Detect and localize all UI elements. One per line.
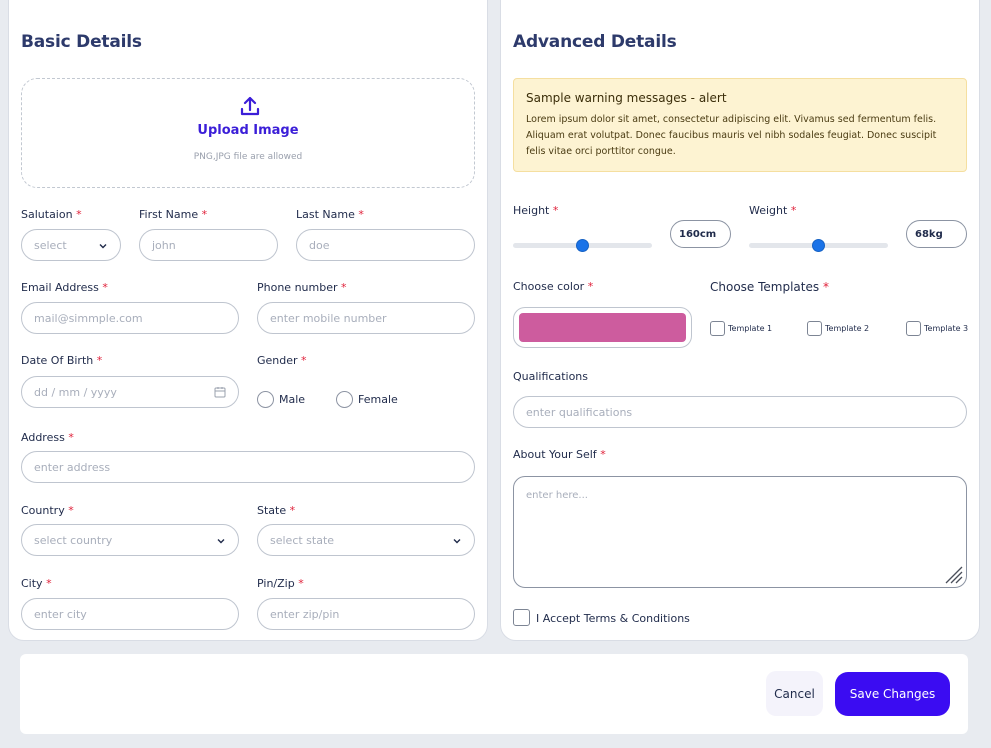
gender-female-label: Female [358, 393, 398, 406]
address-placeholder: enter address [34, 460, 111, 474]
template-2-checkbox[interactable] [807, 321, 822, 336]
chevron-down-icon [453, 539, 461, 544]
phone-input[interactable]: enter mobile number [257, 302, 475, 334]
color-picker[interactable] [513, 307, 692, 348]
country-label: Country * [21, 504, 74, 517]
email-label: Email Address * [21, 281, 108, 294]
phone-label: Phone number * [257, 281, 347, 294]
last-name-label: Last Name * [296, 208, 364, 221]
country-placeholder: select country [34, 533, 113, 547]
height-slider-thumb[interactable] [575, 239, 589, 252]
upload-image-label: Upload Image [197, 123, 299, 138]
height-value: 160cm [670, 220, 731, 248]
pin-placeholder: enter zip/pin [270, 607, 340, 621]
chevron-down-icon [217, 539, 225, 544]
about-textarea[interactable]: enter here... [513, 476, 967, 588]
advanced-details-title: Advanced Details [513, 32, 677, 52]
chevron-down-icon [99, 244, 107, 249]
cancel-button[interactable]: Cancel [766, 671, 823, 716]
warning-alert: Sample warning messages - alert Lorem ip… [513, 78, 967, 172]
qualifications-label: Qualifications [513, 370, 589, 383]
last-name-placeholder: doe [309, 238, 330, 252]
state-select[interactable]: select state [257, 524, 475, 556]
upload-hint: PNG,JPG file are allowed [193, 152, 303, 162]
pin-input[interactable]: enter zip/pin [257, 598, 475, 630]
upload-image-dropzone[interactable]: Upload Image PNG,JPG file are allowed [21, 78, 475, 188]
first-name-placeholder: john [152, 238, 176, 252]
template-3-checkbox[interactable] [906, 321, 921, 336]
about-placeholder: enter here... [526, 490, 588, 501]
city-input[interactable]: enter city [21, 598, 239, 630]
template-1-checkbox[interactable] [710, 321, 725, 336]
advanced-details-card: Advanced Details Sample warning messages… [500, 0, 980, 641]
country-select[interactable]: select country [21, 524, 239, 556]
phone-placeholder: enter mobile number [270, 311, 387, 325]
templates-label: Choose Templates * [710, 280, 829, 294]
terms-checkbox[interactable] [513, 609, 530, 626]
about-label: About Your Self * [513, 448, 606, 461]
state-placeholder: select state [270, 533, 335, 547]
dob-placeholder: dd / mm / yyyy [34, 385, 117, 399]
qualifications-placeholder: enter qualifications [526, 405, 633, 419]
template-2-label: Template 2 [825, 324, 870, 333]
dob-input[interactable]: dd / mm / yyyy [21, 376, 239, 408]
calendar-icon[interactable] [214, 386, 226, 398]
first-name-input[interactable]: john [139, 229, 278, 261]
address-input[interactable]: enter address [21, 451, 475, 483]
weight-value: 68kg [906, 220, 967, 248]
salutation-select[interactable]: select [21, 229, 121, 261]
first-name-label: First Name * [139, 208, 208, 221]
basic-details-title: Basic Details [21, 32, 142, 52]
address-label: Address * [21, 431, 74, 444]
terms-label: I Accept Terms & Conditions [536, 612, 690, 625]
height-label: Height * [513, 204, 559, 217]
save-changes-button[interactable]: Save Changes [835, 672, 950, 716]
gender-female-radio[interactable] [336, 391, 353, 408]
salutation-label: Salutaion * [21, 208, 82, 221]
basic-details-card: Basic Details Upload Image PNG,JPG file … [8, 0, 488, 641]
form-footer: Cancel Save Changes [20, 654, 968, 734]
template-3-label: Template 3 [924, 324, 969, 333]
city-placeholder: enter city [34, 607, 87, 621]
weight-slider-thumb[interactable] [811, 239, 825, 252]
alert-body: Lorem ipsum dolor sit amet, consectetur … [526, 114, 937, 157]
salutation-placeholder: select [34, 238, 67, 252]
color-label: Choose color * [513, 280, 594, 293]
pin-label: Pin/Zip * [257, 577, 304, 590]
city-label: City * [21, 577, 52, 590]
last-name-input[interactable]: doe [296, 229, 475, 261]
upload-icon [240, 96, 260, 116]
gender-male-radio[interactable] [257, 391, 274, 408]
resize-handle-icon[interactable] [942, 563, 964, 585]
qualifications-input[interactable]: enter qualifications [513, 396, 967, 428]
state-label: State * [257, 504, 296, 517]
gender-label: Gender * [257, 354, 307, 367]
color-swatch[interactable] [519, 313, 686, 342]
email-input[interactable]: mail@simmple.com [21, 302, 239, 334]
template-1-label: Template 1 [728, 324, 773, 333]
alert-title: Sample warning messages - alert [526, 91, 727, 105]
dob-label: Date Of Birth * [21, 354, 103, 367]
gender-male-label: Male [279, 393, 306, 406]
weight-label: Weight * [749, 204, 797, 217]
email-placeholder: mail@simmple.com [34, 311, 143, 325]
